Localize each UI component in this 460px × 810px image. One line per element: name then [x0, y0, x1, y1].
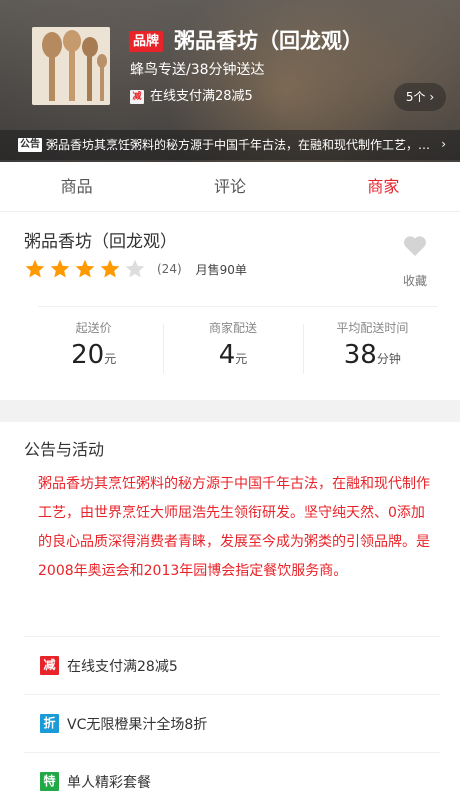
chevron-right-icon: › [441, 137, 446, 151]
shop-header: 品牌 粥品香坊（回龙观） 蜂鸟专送/38分钟送达 减 在线支付满28减5 5个 … [0, 0, 460, 162]
discount-icon: 减 [130, 90, 144, 104]
tab-comments[interactable]: 评论 [153, 162, 306, 211]
star-icon [25, 259, 45, 278]
heart-icon[interactable] [402, 234, 428, 258]
favorite-label: 收藏 [402, 274, 427, 288]
monthly-sales: 月售90单 [195, 262, 247, 277]
stat-delivery-time: 平均配送时间 38分钟 [302, 318, 442, 380]
divider [38, 306, 438, 307]
rating-count: (24) [157, 262, 182, 276]
activity-item: 特 单人精彩套餐 [24, 752, 440, 810]
notice-tag: 公告 [18, 138, 42, 152]
favorite-button[interactable] [400, 234, 430, 262]
sale-icon: 折 [40, 714, 59, 733]
shop-name: 粥品香坊（回龙观） [24, 232, 177, 252]
stat-label: 平均配送时间 [336, 321, 409, 335]
notice-bar[interactable]: 公告 粥品香坊其烹饪粥料的秘方源于中国千年古法，在融和现代制作工艺，由世界烹饪大… [0, 130, 460, 160]
special-icon: 特 [40, 772, 59, 791]
activity-text: 在线支付满28减5 [67, 658, 178, 675]
activity-text: VC无限橙果汁全场8折 [67, 716, 208, 733]
stat-delivery-fee: 商家配送 4元 [163, 318, 302, 380]
header-promo: 减 在线支付满28减5 [130, 88, 253, 106]
star-icon [100, 259, 120, 278]
announcement-title: 公告与活动 [24, 440, 105, 459]
header-shop-title: 粥品香坊（回龙观） [174, 29, 363, 53]
shop-logo [32, 27, 110, 105]
activity-item: 减 在线支付满28减5 [24, 636, 440, 694]
promo-count-button[interactable]: 5个 › [394, 83, 446, 111]
rating-row: (24) 月售90单 [24, 258, 247, 280]
discount-icon: 减 [40, 656, 59, 675]
star-icon [125, 259, 145, 278]
notice-text: 粥品香坊其烹饪粥料的秘方源于中国千年古法，在融和现代制作工艺，由世界烹饪大师屈浩… [46, 138, 436, 152]
tab-seller[interactable]: 商家 [307, 162, 460, 211]
stat-min-price: 起送价 20元 [24, 318, 163, 380]
star-icon [75, 259, 95, 278]
stat-label: 起送价 [75, 321, 112, 335]
activity-item: 折 VC无限橙果汁全场8折 [24, 694, 440, 752]
delivery-info: 蜂鸟专送/38分钟送达 [130, 62, 265, 78]
stat-value: 20元 [71, 340, 117, 370]
star-icon [50, 259, 70, 278]
delivery-stats: 起送价 20元 商家配送 4元 平均配送时间 38分钟 [24, 318, 442, 380]
activity-text: 单人精彩套餐 [67, 774, 151, 791]
section-separator [0, 400, 460, 422]
stat-value: 4元 [218, 340, 248, 370]
header-promo-text: 在线支付满28减5 [150, 89, 253, 104]
announcement-text: 粥品香坊其烹饪粥料的秘方源于中国千年古法，在融和现代制作工艺，由世界烹饪大师屈浩… [38, 476, 430, 579]
tab-bar: 商品 评论 商家 [0, 162, 460, 212]
tab-goods[interactable]: 商品 [0, 162, 153, 211]
brand-badge: 品牌 [129, 31, 164, 52]
stat-value: 38分钟 [343, 340, 401, 370]
rating-stars [24, 258, 149, 280]
stat-label: 商家配送 [208, 321, 257, 335]
